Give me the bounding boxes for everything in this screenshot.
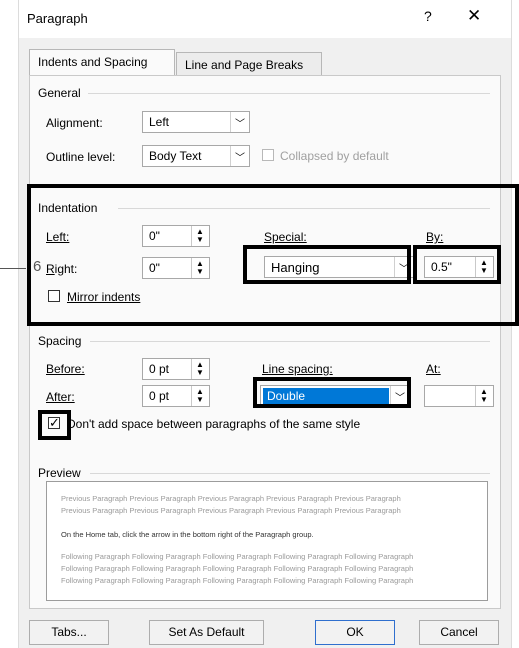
- set-as-default-button[interactable]: Set As Default: [149, 620, 264, 645]
- tab-indents-and-spacing[interactable]: Indents and Spacing: [29, 49, 175, 76]
- button-label: Cancel: [440, 625, 478, 639]
- after-label: After:: [46, 390, 75, 404]
- tabs-button[interactable]: Tabs...: [29, 620, 109, 645]
- chevron-down-icon: ﹀: [230, 146, 249, 166]
- alignment-value: Left: [149, 115, 170, 129]
- before-value: 0 pt: [149, 362, 170, 376]
- cancel-button[interactable]: Cancel: [419, 620, 499, 645]
- button-label: OK: [346, 625, 364, 639]
- help-button[interactable]: ?: [424, 8, 432, 24]
- collapsed-by-default-label: Collapsed by default: [280, 149, 389, 163]
- spin-arrows-icon[interactable]: ▲ ▼: [191, 359, 209, 379]
- dont-add-space-highlight-box: [38, 410, 71, 440]
- section-divider: [90, 341, 490, 342]
- annotation-pointer-line: [0, 268, 26, 269]
- tab-panel: General Alignment: Left ﹀ Outline level:…: [29, 75, 501, 609]
- preview-box: Previous Paragraph Previous Paragraph Pr…: [46, 481, 488, 601]
- preview-following-line: Following Paragraph Following Paragraph …: [61, 576, 414, 585]
- section-divider: [88, 93, 490, 94]
- before-label: Before:: [46, 362, 85, 376]
- preview-following-line: Following Paragraph Following Paragraph …: [61, 552, 414, 561]
- close-button[interactable]: ✕: [467, 6, 481, 26]
- button-label: Set As Default: [168, 625, 245, 639]
- ok-button[interactable]: OK: [315, 620, 395, 645]
- alignment-label: Alignment:: [46, 116, 103, 130]
- button-label: Tabs...: [51, 625, 87, 639]
- outline-level-value: Body Text: [149, 149, 202, 163]
- before-spinner[interactable]: 0 pt ▲ ▼: [142, 358, 210, 380]
- special-highlight-box: [243, 245, 411, 284]
- alignment-select[interactable]: Left ﹀: [142, 111, 250, 133]
- at-spinner[interactable]: ▲ ▼: [424, 385, 494, 407]
- section-divider: [90, 473, 490, 474]
- preview-previous-line: Previous Paragraph Previous Paragraph Pr…: [61, 494, 401, 503]
- spin-arrows-icon[interactable]: ▲ ▼: [475, 386, 493, 406]
- outline-level-select[interactable]: Body Text ﹀: [142, 145, 250, 167]
- tab-line-and-page-breaks[interactable]: Line and Page Breaks: [176, 52, 322, 76]
- by-highlight-box: [413, 245, 501, 284]
- spin-arrows-icon[interactable]: ▲ ▼: [191, 386, 209, 406]
- after-spinner[interactable]: 0 pt ▲ ▼: [142, 385, 210, 407]
- preview-following-line: Following Paragraph Following Paragraph …: [61, 564, 414, 573]
- dont-add-space-label: Don't add space between paragraphs of th…: [67, 417, 361, 431]
- general-section-title: General: [38, 86, 81, 100]
- collapsed-by-default-checkbox[interactable]: [262, 149, 274, 161]
- line-spacing-highlight-box: [253, 377, 411, 408]
- tab-label: Line and Page Breaks: [185, 58, 304, 72]
- chevron-down-icon: ﹀: [230, 112, 249, 132]
- dialog-title: Paragraph: [27, 11, 88, 26]
- after-value: 0 pt: [149, 389, 170, 403]
- at-label: At:: [426, 362, 441, 376]
- title-bar: Paragraph ? ✕: [19, 0, 511, 38]
- preview-previous-line: Previous Paragraph Previous Paragraph Pr…: [61, 506, 401, 515]
- preview-section-title: Preview: [38, 466, 81, 480]
- outline-level-label: Outline level:: [46, 150, 116, 164]
- line-spacing-label: Line spacing:: [262, 362, 333, 376]
- preview-current-paragraph: On the Home tab, click the arrow in the …: [61, 530, 314, 539]
- spacing-section-title: Spacing: [38, 334, 82, 348]
- tab-label: Indents and Spacing: [38, 55, 148, 69]
